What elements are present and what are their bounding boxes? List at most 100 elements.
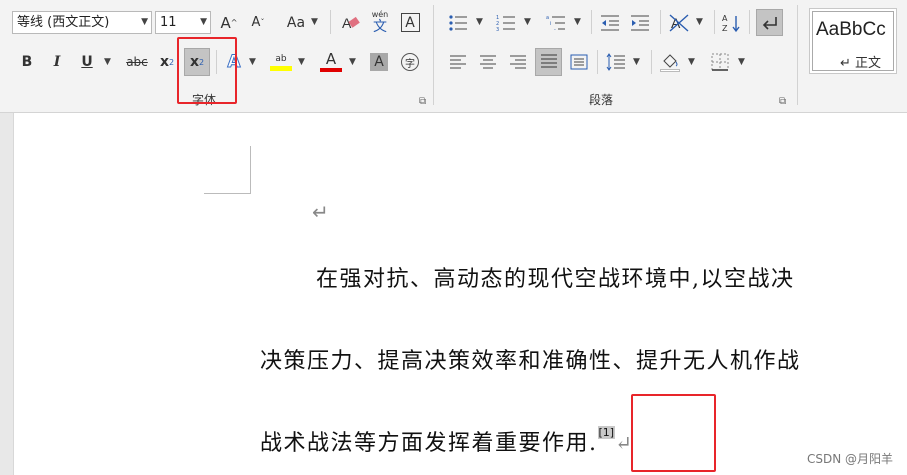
change-case-icon: Aa — [286, 14, 306, 31]
style-normal[interactable]: AaBbCc ↵ 正文 — [809, 8, 897, 74]
underline-button[interactable]: U — [77, 51, 97, 73]
line-spacing-icon — [606, 53, 625, 71]
watermark: CSDN @月阳羊 — [806, 452, 893, 466]
line-spacing-button[interactable] — [604, 51, 628, 73]
strikethrough-button[interactable]: abc — [123, 51, 151, 73]
shrink-font-icon: A — [251, 15, 261, 30]
chevron-down-icon[interactable]: ▼ — [633, 57, 640, 67]
divider — [749, 10, 750, 34]
citation-superscript: [1] — [597, 426, 616, 439]
chevron-down-icon[interactable]: ▼ — [688, 57, 695, 67]
phonetic-guide-button[interactable]: wén 文 — [368, 9, 392, 36]
change-case-button[interactable]: Aa — [284, 11, 308, 34]
subscript-button[interactable]: x2 — [156, 51, 178, 73]
chevron-down-icon[interactable]: ▼ — [524, 17, 531, 27]
highlight-color-bar — [270, 65, 292, 71]
strikethrough-icon: abc — [126, 55, 148, 69]
multilevel-list-icon: ai- — [546, 15, 565, 32]
divider — [597, 50, 598, 74]
style-name: ↵ 正文 — [840, 56, 882, 71]
italic-button[interactable]: I — [47, 51, 67, 73]
body-line-1: 在强对抗、高动态的现代空战环境中,以空战决 — [316, 267, 795, 292]
chevron-down-icon[interactable]: ▼ — [738, 57, 745, 67]
font-size-value: 11 — [160, 15, 177, 30]
empty-paragraph-mark: ↵ — [312, 200, 329, 224]
align-left-button[interactable] — [446, 51, 470, 73]
svg-text:3: 3 — [496, 27, 499, 32]
char-shading-icon: A — [370, 53, 388, 71]
shading-button[interactable] — [657, 49, 683, 75]
font-color-button[interactable]: A — [318, 48, 344, 74]
divider — [714, 10, 715, 34]
chinese-layout-icon: A — [669, 13, 689, 32]
superscript-button[interactable]: x2 — [184, 48, 210, 76]
chevron-down-icon[interactable]: ▼ — [476, 17, 483, 27]
font-color-bar — [320, 67, 342, 72]
subscript-icon: x — [159, 54, 169, 70]
chevron-down-icon[interactable]: ▼ — [249, 57, 256, 67]
chevron-down-icon[interactable]: ▼ — [298, 57, 305, 67]
sort-button[interactable]: AZ — [720, 11, 744, 34]
chinese-layout-button[interactable]: A — [666, 11, 692, 34]
justify-button[interactable] — [535, 48, 562, 76]
char-border-icon: A — [400, 13, 420, 32]
chevron-down-icon[interactable]: ▼ — [311, 17, 318, 27]
font-color-icon: A — [325, 49, 337, 68]
decrease-indent-button[interactable] — [598, 11, 622, 34]
align-center-icon — [480, 55, 496, 69]
font-name-combo[interactable]: 等线 (西文正文) ▼ — [12, 11, 152, 34]
shrink-arrow-icon: ˇ — [260, 18, 265, 27]
enclose-icon: 字 — [401, 53, 419, 71]
paragraph-dialog-launcher-icon[interactable]: ⧉ — [779, 96, 786, 107]
font-size-combo[interactable]: 11 ▼ — [155, 11, 211, 34]
phonetic-pinyin-label: wén — [371, 10, 389, 19]
numbering-button[interactable]: 123 — [494, 11, 518, 34]
enclose-characters-button[interactable]: 字 — [399, 51, 421, 73]
svg-text:a: a — [546, 15, 549, 21]
document-area[interactable]: ↵ 在强对抗、高动态的现代空战环境中,以空战决 决策压力、提高决策效率和准确性、… — [0, 113, 907, 475]
borders-button[interactable] — [708, 51, 732, 73]
svg-text:A: A — [722, 14, 728, 23]
grow-arrow-icon: ^ — [230, 18, 238, 27]
superscript-mark: 2 — [198, 57, 205, 67]
svg-text:i: i — [550, 21, 551, 27]
bold-button[interactable]: B — [17, 51, 37, 73]
divider — [216, 50, 217, 74]
chevron-down-icon[interactable]: ▼ — [349, 57, 356, 67]
multilevel-list-button[interactable]: ai- — [544, 11, 568, 34]
phonetic-char-label: 文 — [373, 19, 387, 35]
superscript-icon: x — [189, 54, 199, 70]
chevron-down-icon[interactable]: ▼ — [104, 57, 111, 67]
divider — [330, 10, 331, 34]
clear-formatting-button[interactable]: A — [338, 11, 364, 34]
align-center-button[interactable] — [476, 51, 500, 73]
svg-text:Z: Z — [722, 24, 728, 33]
text-effects-button[interactable]: A — [222, 51, 246, 73]
page-corner-mark — [204, 146, 251, 194]
eraser-icon: A — [342, 15, 360, 31]
numbering-icon: 123 — [496, 15, 515, 32]
decrease-indent-icon — [601, 15, 619, 30]
shrink-font-button[interactable]: Aˇ — [247, 11, 269, 34]
chevron-down-icon: ▼ — [141, 17, 148, 27]
bold-icon: B — [21, 54, 33, 70]
character-border-button[interactable]: A — [399, 11, 421, 34]
grow-font-icon: A — [220, 13, 231, 32]
borders-icon — [711, 53, 729, 71]
shading-color-bar — [660, 68, 680, 72]
bullets-button[interactable] — [446, 11, 470, 34]
character-shading-button[interactable]: A — [368, 51, 390, 73]
chevron-down-icon[interactable]: ▼ — [574, 17, 581, 27]
font-dialog-launcher-icon[interactable]: ⧉ — [419, 96, 426, 107]
ribbon: 等线 (西文正文) ▼ 11 ▼ A ^ Aˇ Aa ▼ A wén 文 A B … — [0, 0, 907, 113]
chevron-down-icon[interactable]: ▼ — [696, 17, 703, 27]
show-formatting-marks-button[interactable] — [756, 9, 783, 36]
distributed-align-button[interactable] — [567, 51, 591, 73]
style-sample-text: AaBbCc — [816, 19, 886, 40]
highlight-button[interactable]: ab — [268, 48, 294, 74]
grow-font-button[interactable]: A ^ — [218, 11, 240, 34]
increase-indent-button[interactable] — [628, 11, 652, 34]
align-left-icon — [450, 55, 466, 69]
align-right-button[interactable] — [506, 51, 530, 73]
bullets-icon — [449, 14, 467, 31]
